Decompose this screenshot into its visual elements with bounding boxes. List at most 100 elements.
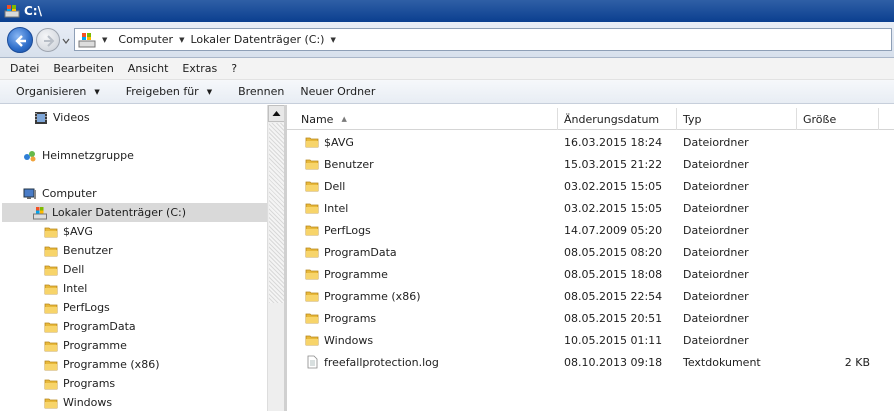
file-date: 15.03.2015 21:22 [564, 157, 663, 171]
drive-icon [33, 206, 47, 219]
chevron-down-icon[interactable]: ▼ [179, 36, 184, 44]
scroll-thumb[interactable] [269, 123, 284, 303]
tree-item-folder[interactable]: PerfLogs [44, 298, 110, 317]
tree-item-videos[interactable]: Videos [34, 108, 90, 127]
file-date: 08.05.2015 08:20 [564, 245, 663, 259]
column-type[interactable]: Typ [677, 108, 797, 130]
file-name[interactable]: freefallprotection.log [305, 351, 439, 373]
folder-icon [44, 227, 58, 237]
file-name[interactable]: PerfLogs [305, 219, 371, 241]
table-row[interactable]: PerfLogs 14.07.2009 05:20 Dateiordner [287, 219, 894, 241]
file-size [803, 241, 870, 263]
file-name[interactable]: Windows [305, 329, 373, 351]
folder-icon [305, 181, 319, 192]
file-date: 03.02.2015 15:05 [564, 201, 663, 215]
file-date: 08.05.2015 18:08 [564, 267, 663, 281]
file-name[interactable]: Programs [305, 307, 376, 329]
file-size: 2 KB [844, 355, 870, 369]
table-row[interactable]: freefallprotection.log 08.10.2013 09:18 Te… [287, 351, 894, 373]
folder-icon [44, 265, 58, 275]
file-date: 03.02.2015 15:05 [564, 179, 663, 193]
breadcrumb-root[interactable]: ▼ [102, 36, 112, 44]
tree-item-folder[interactable]: Benutzer [44, 241, 113, 260]
command-bar: Organisieren ▼ Freigeben für ▼ Brennen N… [0, 80, 894, 104]
nav-scrollbar[interactable] [267, 105, 285, 411]
tree-item-folder[interactable]: Intel [44, 279, 87, 298]
file-date: 08.10.2013 09:18 [564, 355, 663, 369]
file-date: 08.05.2015 22:54 [564, 289, 663, 303]
chevron-down-icon[interactable]: ▼ [330, 36, 335, 44]
tree-item-folder[interactable]: Dell [44, 260, 84, 279]
tree-item-folder[interactable]: Programme (x86) [44, 355, 159, 374]
table-row[interactable]: Dell 03.02.2015 15:05 Dateiordner [287, 175, 894, 197]
file-name[interactable]: Dell [305, 175, 345, 197]
tree-item-drive-c[interactable]: Lokaler Datenträger (C:) [2, 203, 267, 222]
file-type: Dateiordner [683, 223, 749, 237]
menu-ansicht[interactable]: Ansicht [128, 62, 169, 75]
chevron-down-icon: ▼ [94, 87, 100, 96]
folder-icon [305, 225, 319, 236]
menu-help[interactable]: ? [231, 62, 237, 75]
address-bar[interactable]: ▼ Computer ▼ Lokaler Datenträger (C:) ▼ [74, 28, 892, 51]
tree-item-folder[interactable]: Programs [44, 374, 115, 393]
tree-item-folder[interactable]: ProgramData [44, 317, 136, 336]
file-type: Dateiordner [683, 135, 749, 149]
breadcrumb-item[interactable]: Lokaler Datenträger (C:) ▼ [190, 33, 335, 46]
file-size [803, 329, 870, 351]
menu-datei[interactable]: Datei [10, 62, 39, 75]
folder-icon [44, 398, 58, 408]
tree-item-folder[interactable]: Programme [44, 336, 127, 355]
file-size [803, 153, 870, 175]
table-row[interactable]: $AVG 16.03.2015 18:24 Dateiordner [287, 131, 894, 153]
organize-button[interactable]: Organisieren ▼ [16, 85, 100, 98]
scroll-up-button[interactable] [268, 105, 285, 122]
table-row[interactable]: Programs 08.05.2015 20:51 Dateiordner [287, 307, 894, 329]
column-date[interactable]: Änderungsdatum [558, 108, 677, 130]
file-name[interactable]: $AVG [305, 131, 354, 153]
tree-item-computer[interactable]: Computer [23, 184, 97, 203]
file-name[interactable]: Programme (x86) [305, 285, 420, 307]
navigation-bar: ▼ Computer ▼ Lokaler Datenträger (C:) ▼ [0, 22, 894, 58]
folder-icon [305, 269, 319, 280]
file-type: Dateiordner [683, 289, 749, 303]
text-file-icon [307, 355, 318, 369]
file-type: Dateiordner [683, 245, 749, 259]
menu-extras[interactable]: Extras [182, 62, 217, 75]
file-name[interactable]: Benutzer [305, 153, 374, 175]
table-row[interactable]: ProgramData 08.05.2015 08:20 Dateiordner [287, 241, 894, 263]
share-button[interactable]: Freigeben für ▼ [126, 85, 212, 98]
back-button[interactable] [7, 27, 33, 53]
tree-item-folder[interactable]: Windows [44, 393, 112, 411]
file-name[interactable]: Intel [305, 197, 348, 219]
new-folder-button[interactable]: Neuer Ordner [300, 85, 375, 98]
table-row[interactable]: Windows 10.05.2015 01:11 Dateiordner [287, 329, 894, 351]
folder-icon [44, 360, 58, 370]
breadcrumb-item[interactable]: Computer ▼ [118, 33, 184, 46]
folder-icon [44, 284, 58, 294]
chevron-down-icon[interactable]: ▼ [102, 36, 107, 44]
tree-item-folder[interactable]: $AVG [44, 222, 93, 241]
table-row[interactable]: Intel 03.02.2015 15:05 Dateiordner [287, 197, 894, 219]
column-name[interactable]: Name ▲ [287, 108, 558, 130]
forward-button[interactable] [36, 28, 60, 52]
file-size [803, 175, 870, 197]
menu-bearbeiten[interactable]: Bearbeiten [53, 62, 113, 75]
file-date: 14.07.2009 05:20 [564, 223, 663, 237]
file-size [803, 219, 870, 241]
table-row[interactable]: Benutzer 15.03.2015 21:22 Dateiordner [287, 153, 894, 175]
file-type: Dateiordner [683, 267, 749, 281]
tree-item-homegroup[interactable]: Heimnetzgruppe [23, 146, 134, 165]
file-type: Dateiordner [683, 333, 749, 347]
file-name[interactable]: Programme [305, 263, 388, 285]
file-list: $AVG 16.03.2015 18:24 Dateiordner Benutzer 1… [287, 131, 894, 411]
file-size [803, 131, 870, 153]
file-name[interactable]: ProgramData [305, 241, 397, 263]
table-row[interactable]: Programme 08.05.2015 18:08 Dateiordner [287, 263, 894, 285]
file-size [803, 263, 870, 285]
burn-button[interactable]: Brennen [238, 85, 284, 98]
table-row[interactable]: Programme (x86) 08.05.2015 22:54 Dateiordn… [287, 285, 894, 307]
menu-bar: Datei Bearbeiten Ansicht Extras ? [0, 58, 894, 80]
navigation-pane: Videos Heimnetzgruppe Computer Lokaler D… [0, 105, 267, 411]
chevron-down-icon[interactable] [62, 37, 70, 45]
column-size[interactable]: Größe [797, 108, 879, 130]
